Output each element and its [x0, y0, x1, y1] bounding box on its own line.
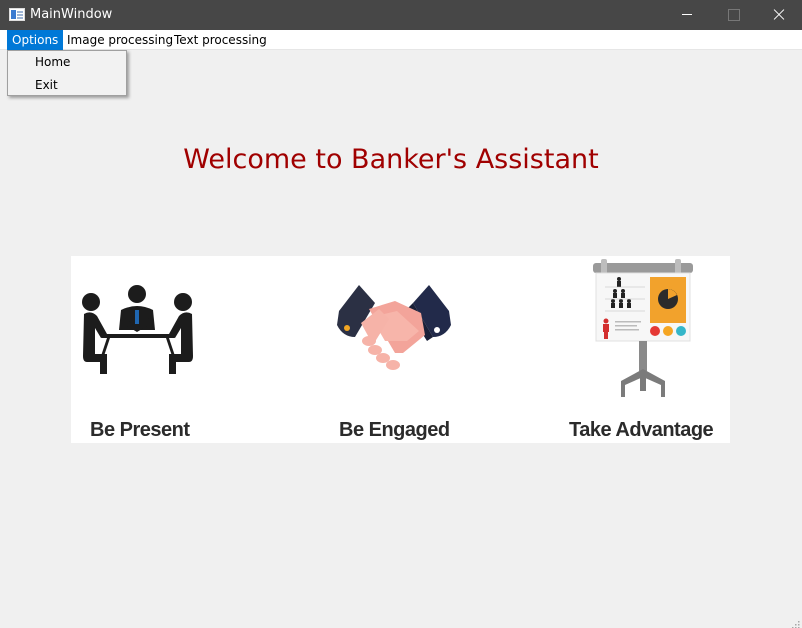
meeting-icon [81, 284, 195, 376]
menu-item-exit[interactable]: Exit [35, 78, 58, 92]
close-button[interactable] [756, 0, 802, 30]
feature-label-take-advantage: Take Advantage [569, 419, 714, 441]
minimize-button[interactable] [664, 0, 710, 30]
resize-grip-icon[interactable] [790, 616, 800, 628]
title-bar: MainWindow [0, 0, 802, 30]
welcome-heading: Welcome to Banker's Assistant [183, 144, 599, 175]
menu-options[interactable]: Options [7, 30, 64, 50]
menu-item-home[interactable]: Home [35, 55, 70, 69]
window-title: MainWindow [30, 7, 113, 22]
menu-text-processing[interactable]: Text processing [169, 30, 272, 50]
menu-image-processing[interactable]: Image processing [62, 30, 178, 50]
options-dropdown: Home Exit [7, 50, 127, 96]
feature-label-be-engaged: Be Engaged [339, 419, 450, 441]
presentation-board-icon [591, 259, 695, 401]
handshake-icon [333, 283, 455, 377]
maximize-button[interactable] [710, 0, 756, 30]
menu-bar: Options Image processing Text processing [0, 30, 802, 50]
app-window-icon [9, 8, 25, 21]
feature-banner: Be Present Be Engaged Take Advantage [71, 256, 730, 443]
feature-label-be-present: Be Present [90, 419, 190, 441]
